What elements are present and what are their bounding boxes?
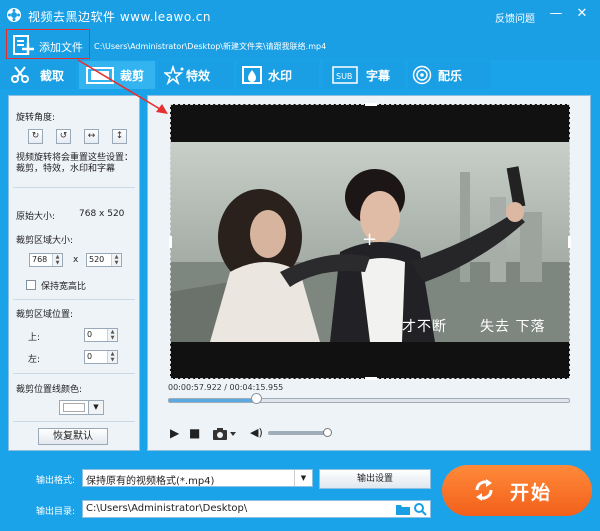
video-preview: + 才不断 失去 下落 [170, 104, 570, 379]
seek-progress [169, 399, 257, 402]
music-icon [412, 65, 432, 85]
divider [13, 187, 135, 188]
tab-label: 特效 [186, 69, 211, 83]
output-settings-button[interactable]: 输出设置 [319, 469, 431, 489]
tab-watermark[interactable]: 水印 [237, 61, 319, 89]
add-file-label: 添加文件 [39, 41, 83, 54]
keep-ratio-label: 保持宽高比 [41, 282, 87, 292]
start-label: 开始 [510, 482, 553, 504]
close-icon[interactable]: ✕ [574, 6, 590, 22]
volume-icon[interactable]: ◀) [250, 426, 263, 439]
search-icon[interactable] [414, 503, 427, 516]
subtitle-icon: SUB [332, 66, 358, 84]
title-bar: 视频去黑边软件 www.leawo.cn 反馈问题 — ✕ [0, 0, 600, 30]
top-value: 0 [87, 330, 93, 339]
keep-ratio-checkbox[interactable] [26, 280, 36, 290]
stepper-arrows-icon[interactable]: ▲ ▼ [107, 351, 117, 363]
crop-height-value: 520 [89, 255, 105, 264]
start-button[interactable]: 开始 [442, 465, 592, 516]
stepper-arrows-icon[interactable]: ▲ ▼ [111, 254, 121, 266]
window-title: 视频去黑边软件 www.leawo.cn [28, 10, 212, 24]
preview-panel: + 才不断 失去 下落 00:00:57.922 / 00:04:15.955 … [147, 95, 591, 451]
file-path: C:\Users\Administrator\Desktop\新建文件夹\请跟我… [94, 42, 327, 51]
svg-text:SUB: SUB [336, 72, 352, 81]
divider [13, 373, 135, 374]
divider [13, 421, 135, 422]
format-select[interactable]: 保持原有的视频格式(*.mp4) ▼ [82, 469, 313, 487]
flip-vertical-icon[interactable]: ↕ [112, 129, 127, 144]
crop-width-stepper[interactable]: 768 ▲ ▼ [29, 253, 63, 267]
seek-bar[interactable] [168, 398, 570, 403]
line-color-picker[interactable]: ▼ [59, 400, 104, 415]
left-stepper[interactable]: 0 ▲ ▼ [84, 350, 118, 364]
left-value: 0 [87, 352, 93, 361]
dir-label: 输出目录: [36, 507, 76, 517]
app-logo-icon [7, 8, 21, 22]
reset-button[interactable]: 恢复默认 [38, 428, 108, 445]
tab-subtitle[interactable]: SUB 字幕 [322, 61, 405, 89]
crop-icon [86, 67, 114, 84]
folder-icon[interactable] [395, 503, 411, 516]
add-file-button[interactable]: 添加文件 [6, 29, 90, 59]
watermark-icon [242, 66, 262, 84]
tab-label: 配乐 [438, 69, 463, 83]
tab-label: 水印 [268, 69, 293, 83]
color-swatch [63, 403, 85, 412]
rotate-hint: 视频旋转将会重置这些设置：裁剪，特效，水印和字幕 [16, 153, 134, 174]
format-label: 输出格式: [36, 476, 76, 486]
play-icon[interactable]: ▶ [170, 426, 179, 440]
original-size-value: 768 x 520 [79, 209, 125, 219]
tab-bar: 截取 裁剪 特效 水印 SUB 字幕 配乐 [0, 61, 600, 89]
flip-horizontal-icon[interactable]: ↔ [84, 129, 99, 144]
scissors-icon [11, 66, 29, 83]
stepper-arrows-icon[interactable]: ▲ ▼ [52, 254, 62, 266]
chevron-down-icon[interactable]: ▼ [294, 470, 312, 486]
snapshot-icon[interactable] [212, 428, 238, 440]
tab-label: 截取 [40, 69, 65, 83]
top-stepper[interactable]: 0 ▲ ▼ [84, 328, 118, 342]
rotation-label: 旋转角度: [16, 113, 56, 123]
top-label: 上: [28, 333, 41, 343]
crop-settings-panel: 旋转角度: ↻ ↺ ↔ ↕ 视频旋转将会重置这些设置：裁剪，特效，水印和字幕 原… [8, 95, 140, 451]
format-value: 保持原有的视频格式(*.mp4) [86, 476, 215, 487]
add-file-icon [13, 35, 34, 55]
seek-handle[interactable] [251, 393, 262, 404]
stepper-arrows-icon[interactable]: ▲ ▼ [107, 329, 117, 341]
minimize-icon[interactable]: — [548, 6, 564, 22]
tab-music[interactable]: 配乐 [408, 61, 490, 89]
original-size-label: 原始大小: [16, 212, 56, 222]
tab-crop[interactable]: 裁剪 [79, 61, 155, 89]
rotate-left-icon[interactable]: ↺ [56, 129, 71, 144]
crop-width-value: 768 [32, 255, 48, 264]
volume-handle[interactable] [322, 428, 332, 437]
effects-icon [164, 65, 184, 85]
center-crosshair-icon: + [362, 229, 378, 250]
chevron-down-icon[interactable]: ▼ [88, 401, 103, 414]
crop-position-label: 裁剪区域位置: [16, 310, 74, 320]
tab-label: 裁剪 [120, 69, 145, 83]
tab-label: 字幕 [366, 69, 391, 83]
output-dir-value: C:\Users\Administrator\Desktop\ [86, 503, 248, 514]
feedback-link[interactable]: 反馈问题 [495, 10, 535, 25]
output-dir-field[interactable]: C:\Users\Administrator\Desktop\ [82, 500, 431, 518]
line-color-label: 裁剪位置线颜色: [16, 385, 83, 395]
tab-trim[interactable]: 截取 [0, 61, 76, 89]
stop-icon[interactable]: ■ [189, 426, 200, 440]
volume-slider[interactable] [268, 431, 330, 435]
timecode: 00:00:57.922 / 00:04:15.955 [168, 383, 284, 392]
divider [13, 299, 135, 300]
subtitle-right: 失去 下落 [480, 319, 546, 335]
convert-icon [475, 479, 493, 501]
subtitle-left: 才不断 [402, 319, 447, 335]
crop-height-stepper[interactable]: 520 ▲ ▼ [86, 253, 122, 267]
crop-x-separator: x [73, 255, 79, 265]
rotate-right-icon[interactable]: ↻ [28, 129, 43, 144]
crop-size-label: 裁剪区域大小: [16, 236, 74, 246]
tab-effects[interactable]: 特效 [158, 61, 234, 89]
left-label: 左: [28, 355, 41, 365]
